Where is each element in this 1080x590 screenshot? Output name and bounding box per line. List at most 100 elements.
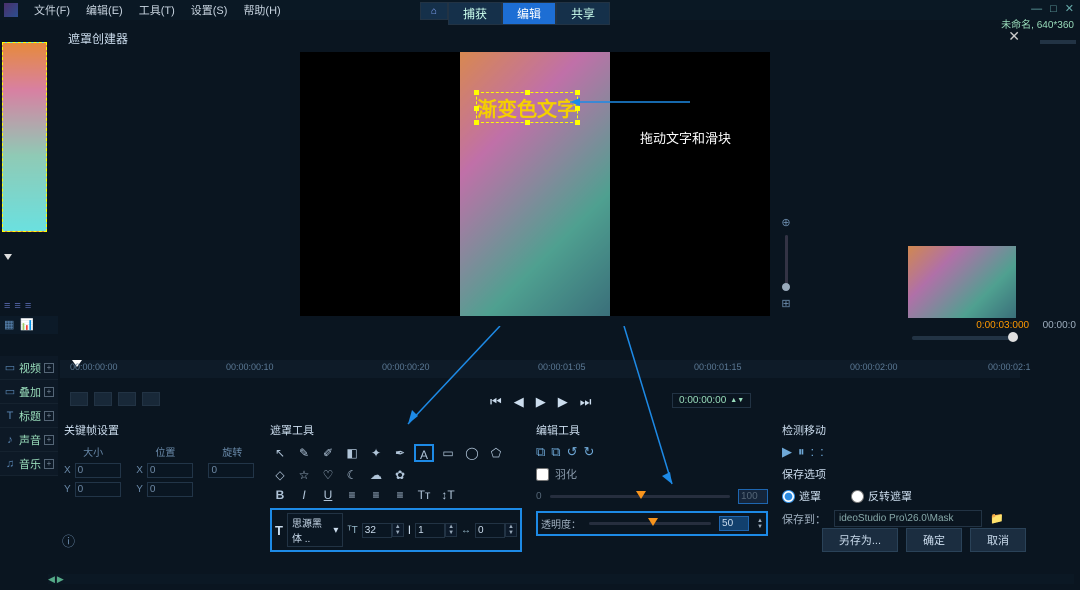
saveas-button[interactable]: 另存为... (822, 528, 898, 552)
ok-button[interactable]: 确定 (906, 528, 962, 552)
wand-icon[interactable]: ✦ (366, 444, 386, 462)
font-size-input[interactable] (362, 523, 392, 538)
size-x-input[interactable] (75, 463, 121, 478)
source-scrubber[interactable] (2, 254, 47, 264)
feather-value[interactable] (738, 489, 768, 504)
help-icon[interactable]: ⓘ (62, 531, 75, 550)
opacity-input[interactable] (719, 516, 749, 531)
go-start-button[interactable]: ⏮ (490, 394, 502, 410)
track-overlay[interactable]: ▭叠加+ (0, 380, 58, 404)
storyboard-icon[interactable]: ▦ (4, 318, 14, 332)
preview-top-slider[interactable] (1040, 40, 1076, 44)
cloud-icon[interactable]: ☁ (366, 466, 386, 484)
pen-icon[interactable]: ✒ (390, 444, 410, 462)
zoom-in-icon[interactable]: ⊕ (781, 216, 790, 229)
feather-label: 羽化 (555, 466, 577, 482)
menu-edit[interactable]: 编辑(E) (78, 2, 131, 18)
undo-icon[interactable]: ↺ (567, 444, 578, 460)
underline-icon[interactable]: U (318, 486, 338, 504)
menu-settings[interactable]: 设置(S) (183, 2, 236, 18)
font-case-icon[interactable]: Tт (414, 486, 434, 504)
pos-x-input[interactable] (147, 463, 193, 478)
align-left-icon[interactable]: ≡ (342, 486, 362, 504)
browse-folder-icon[interactable]: 📁 (990, 512, 1004, 525)
smart-brush-icon[interactable]: ✐ (318, 444, 338, 462)
source-clip-thumbnail[interactable] (2, 42, 47, 232)
timecode-field[interactable]: 0:00:00:00▲▼ (672, 393, 751, 408)
maximize-button[interactable]: □ (1050, 3, 1057, 15)
save-path: ideoStudio Pro\26.0\Mask (834, 510, 982, 527)
keyframe-align-buttons[interactable] (70, 392, 160, 406)
track-pause-icon[interactable]: ⏸ (798, 444, 805, 460)
track-title[interactable]: T标题+ (0, 404, 58, 428)
bold-icon[interactable]: B (270, 486, 290, 504)
timeline-icon[interactable]: 📊 (20, 318, 34, 332)
rot-input[interactable] (208, 463, 254, 478)
pointer-icon[interactable]: ↖ (270, 444, 290, 462)
app-logo (4, 3, 18, 17)
track-headers: ▭视频+ ▭叠加+ T标题+ ♪声音+ ♫音乐+ (0, 356, 58, 476)
ellipse-icon[interactable]: ◯ (462, 444, 482, 462)
heart-icon[interactable]: ♡ (318, 466, 338, 484)
bottom-scrollbar[interactable]: ◀▶ (48, 574, 1074, 584)
align-right-icon[interactable]: ≡ (390, 486, 410, 504)
font-size-icon: ᵀT (347, 525, 357, 536)
italic-icon[interactable]: I (294, 486, 314, 504)
brush-icon[interactable]: ✎ (294, 444, 314, 462)
home-tab[interactable]: ⌂ (420, 2, 448, 20)
tracking-input[interactable] (415, 523, 445, 538)
tab-edit[interactable]: 编辑 (502, 2, 556, 25)
paste-icon[interactable]: ⧉ (551, 444, 560, 460)
mask-text-object[interactable]: 渐变色文字 (476, 92, 578, 123)
timeline-tools: ≡≡≡ ▦📊 (0, 296, 58, 334)
align-center-icon[interactable]: ≡ (366, 486, 386, 504)
cancel-button[interactable]: 取消 (970, 528, 1026, 552)
menu-file[interactable]: 文件(F) (26, 2, 78, 18)
rect-icon[interactable]: ▭ (438, 444, 458, 462)
timeline-ruler[interactable]: 00:00:00:00 00:00:00:10 00:00:00:20 00:0… (60, 360, 1020, 378)
library-thumbnail[interactable] (908, 246, 1016, 318)
mode-tabs: ⌂ 捕获 编辑 共享 (420, 2, 610, 25)
zoom-reset-icon[interactable]: ⊞ (781, 297, 790, 310)
tab-capture[interactable]: 捕获 (448, 2, 502, 25)
feather-checkbox[interactable] (536, 468, 549, 481)
font-select[interactable]: 思源黑体 ..▾ (287, 513, 343, 547)
polygon-icon[interactable]: ⬠ (486, 444, 506, 462)
preview-zoom[interactable]: ⊕ ⊞ (778, 216, 794, 310)
close-button[interactable]: ✕ (1065, 2, 1074, 15)
size-y-input[interactable] (75, 482, 121, 497)
dialog-close-button[interactable]: ✕ (1008, 28, 1020, 45)
gear-icon[interactable]: ✿ (390, 466, 410, 484)
right-zoom-slider[interactable] (912, 336, 1018, 340)
track-video[interactable]: ▭视频+ (0, 356, 58, 380)
dialog-title: 遮罩创建器 (60, 26, 136, 51)
mask-radio[interactable]: 遮罩 (782, 488, 821, 504)
opacity-slider[interactable] (589, 522, 711, 525)
pos-y-input[interactable] (147, 482, 193, 497)
invert-radio[interactable]: 反转遮罩 (851, 488, 912, 504)
edit-tools-panel: 编辑工具 ⧉ ⧉ ↺ ↻ 羽化 0 透明度： ▲▼ (532, 418, 772, 548)
eraser-icon[interactable]: ◧ (342, 444, 362, 462)
play-button[interactable]: ▶ (536, 394, 546, 410)
vertical-text-icon[interactable]: ↕T (438, 486, 458, 504)
copy-icon[interactable]: ⧉ (536, 444, 545, 460)
moon-icon[interactable]: ☾ (342, 466, 362, 484)
star-icon[interactable]: ☆ (294, 466, 314, 484)
mask-preview[interactable]: 渐变色文字 拖动文字和滑块 (300, 52, 770, 316)
menu-tool[interactable]: 工具(T) (131, 2, 183, 18)
step-fwd-button[interactable]: ▶ (558, 394, 568, 410)
track-audio[interactable]: ♪声音+ (0, 428, 58, 452)
kerning-input[interactable] (475, 523, 505, 538)
redo-icon[interactable]: ↻ (584, 444, 595, 460)
minimize-button[interactable]: — (1031, 3, 1042, 15)
track-person-icon[interactable]: ▶ (782, 444, 792, 460)
track-music[interactable]: ♫音乐+ (0, 452, 58, 476)
menu-help[interactable]: 帮助(H) (235, 2, 288, 18)
diamond-icon[interactable]: ◇ (270, 466, 290, 484)
annotation-hint: 拖动文字和滑块 (640, 128, 731, 147)
go-end-button[interactable]: ⏭ (580, 394, 592, 410)
text-mask-icon[interactable]: A (414, 444, 434, 462)
step-back-button[interactable]: ◀ (514, 394, 524, 410)
tab-share[interactable]: 共享 (556, 2, 610, 25)
feather-slider[interactable] (550, 495, 730, 498)
